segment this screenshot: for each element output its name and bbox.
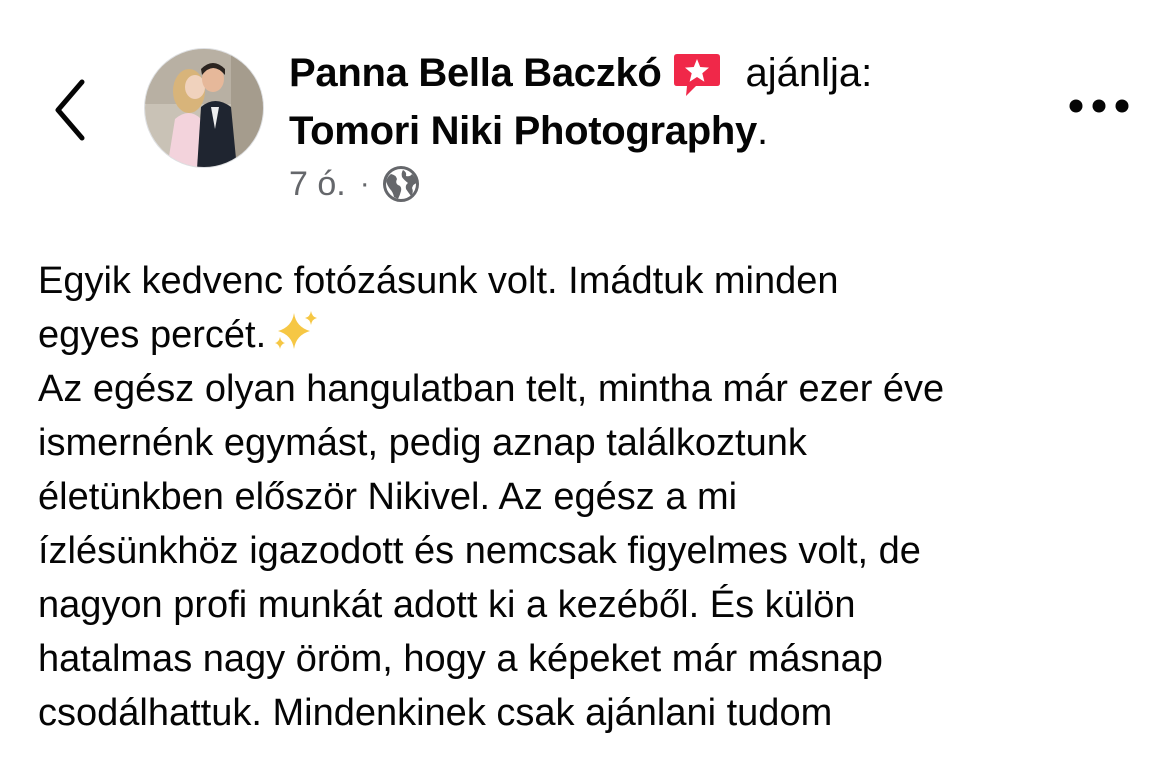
post-text-line: egyes percét. [38, 314, 267, 356]
post-text-line: nagyon profi munkát adott ki a kezéből. … [38, 584, 856, 626]
meta-separator: · [359, 167, 370, 200]
recommended-page-link[interactable]: Tomori Niki Photography [289, 109, 757, 154]
post-text-line: ízlésünkhöz igazodott és nemcsak figyelm… [38, 530, 921, 572]
globe-icon[interactable] [382, 165, 420, 203]
post-text-line: Az egész olyan hangulatban telt, mintha … [38, 368, 945, 410]
avatar[interactable] [144, 48, 264, 168]
more-options-icon [1069, 99, 1129, 113]
back-button[interactable] [44, 72, 100, 148]
author-name[interactable]: Panna Bella Baczkó [289, 51, 662, 96]
post-text-line: csodálhattuk. Mindenkinek csak ajánlani … [38, 692, 833, 734]
post-text-line: ismernénk egymást, pedig aznap találkozt… [38, 422, 807, 464]
recommendation-star-icon [672, 50, 722, 100]
sparkles-icon [275, 311, 318, 349]
post-timestamp[interactable]: 7 ó. [289, 165, 346, 204]
profile-photo [145, 49, 263, 167]
post-text-line: Egyik kedvenc fotózásunk volt. Imádtuk m… [38, 260, 839, 302]
more-options-button[interactable] [1064, 86, 1134, 126]
post-text-line: hatalmas nagy öröm, hogy a képeket már m… [38, 638, 883, 680]
post-text-line-with-emoji: egyes percét. [38, 308, 1148, 362]
post-text-line: életünkben először Nikivel. Az egész a m… [38, 476, 738, 518]
post-body: Egyik kedvenc fotózásunk volt. Imádtuk m… [38, 254, 1148, 740]
page-name-suffix: . [756, 108, 769, 153]
chevron-left-icon [55, 79, 85, 141]
recommendation-label: ajánlja: [745, 50, 873, 95]
